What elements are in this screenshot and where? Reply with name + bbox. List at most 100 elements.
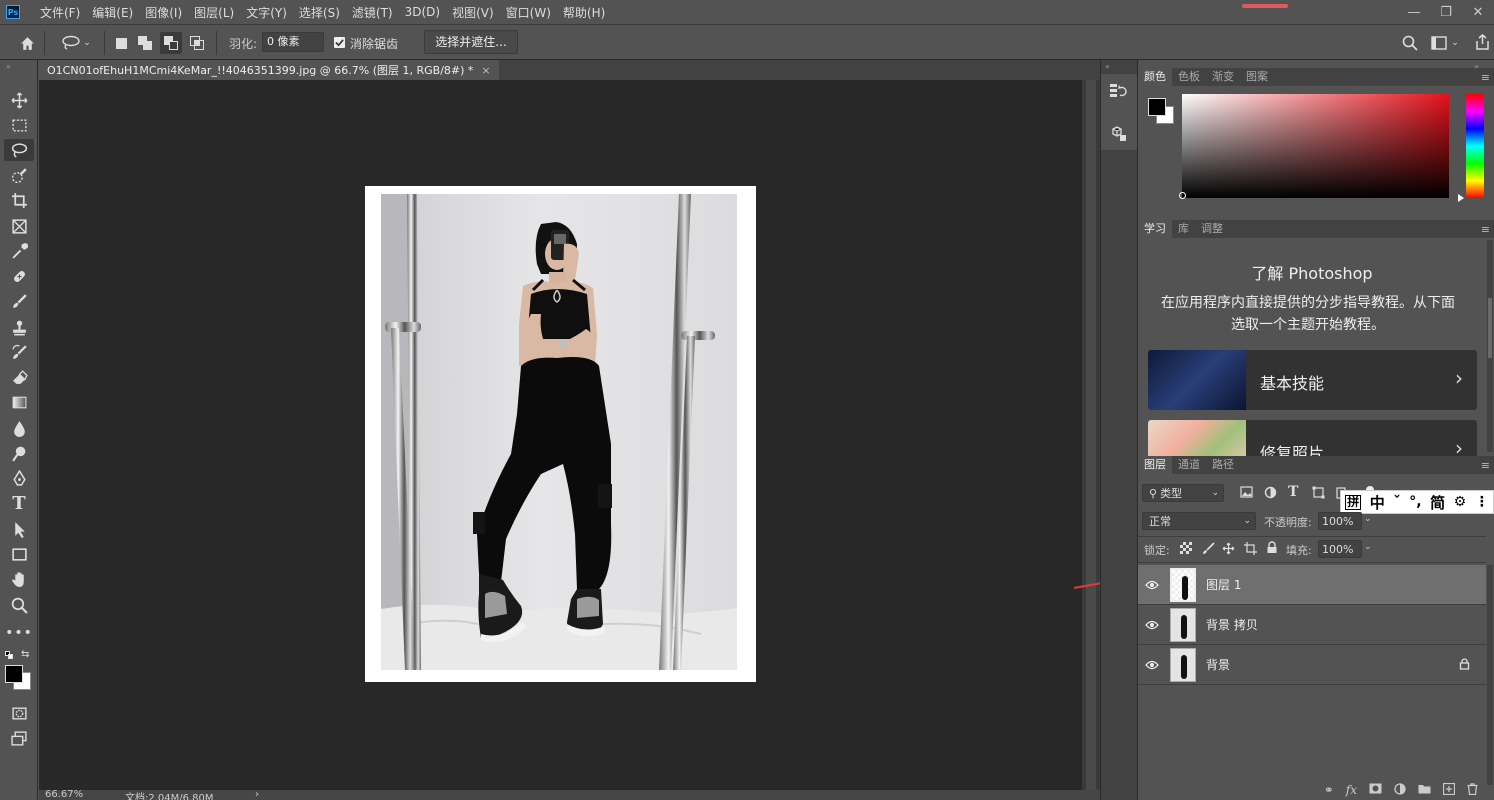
document-photo[interactable] bbox=[381, 194, 737, 670]
layer-name[interactable]: 背景 bbox=[1206, 656, 1230, 673]
workspace-switcher-icon[interactable]: ⌄ bbox=[1428, 33, 1462, 53]
chevron-down-icon[interactable]: ⌄ bbox=[1364, 542, 1372, 552]
learn-scrollbar[interactable] bbox=[1487, 240, 1493, 452]
visibility-eye-icon[interactable] bbox=[1138, 580, 1166, 590]
filter-shape-icon[interactable] bbox=[1312, 486, 1326, 500]
lock-transparent-pixels-icon[interactable] bbox=[1180, 542, 1192, 554]
panel-menu-icon[interactable]: ≡ bbox=[1481, 459, 1490, 472]
history-panel-icon[interactable] bbox=[1109, 82, 1129, 102]
document-tab[interactable]: O1CN01ofEhuH1MCmi4KeMar_!!4046351399.jpg… bbox=[39, 60, 499, 80]
menu-window[interactable]: 窗口(W) bbox=[500, 4, 557, 21]
minimize-button[interactable]: — bbox=[1398, 5, 1430, 20]
quick-mask-icon[interactable] bbox=[4, 702, 34, 724]
swap-colors-icon[interactable]: ⇆ bbox=[21, 649, 29, 660]
filter-adjustment-icon[interactable] bbox=[1264, 486, 1278, 500]
path-selection-tool-icon[interactable] bbox=[4, 518, 34, 540]
lasso-preset-picker[interactable]: ⌄ bbox=[56, 33, 96, 53]
move-tool-icon[interactable] bbox=[4, 89, 34, 111]
search-icon[interactable] bbox=[1400, 33, 1420, 53]
ime-settings-icon[interactable]: ⚙ bbox=[1454, 494, 1467, 510]
intersect-selection-icon[interactable] bbox=[188, 34, 206, 52]
collapse-icon[interactable]: « bbox=[1105, 62, 1110, 71]
share-icon[interactable] bbox=[1472, 32, 1492, 52]
collapse-icon[interactable]: » bbox=[6, 62, 11, 71]
lock-all-icon[interactable] bbox=[1266, 541, 1280, 555]
foreground-color-swatch[interactable] bbox=[5, 665, 23, 683]
crop-tool-icon[interactable] bbox=[4, 189, 34, 211]
color-field[interactable] bbox=[1179, 94, 1449, 199]
default-colors-icon[interactable] bbox=[5, 651, 13, 659]
blend-mode-select[interactable]: 正常 ⌄ bbox=[1142, 512, 1256, 530]
ime-toolbar[interactable]: 拼 中 ˇ °, 简 ⚙ ⋮ bbox=[1340, 490, 1494, 514]
hue-slider[interactable] bbox=[1466, 94, 1484, 198]
frame-tool-icon[interactable] bbox=[4, 215, 34, 237]
delete-layer-icon[interactable] bbox=[1467, 782, 1478, 798]
tab-patterns[interactable]: 图案 bbox=[1240, 68, 1274, 86]
ime-pinyin-icon[interactable]: 拼 bbox=[1345, 494, 1362, 510]
chevron-down-icon[interactable]: ⌄ bbox=[1364, 514, 1372, 524]
new-group-icon[interactable] bbox=[1418, 783, 1431, 797]
panel-menu-icon[interactable]: ≡ bbox=[1481, 223, 1490, 236]
clone-stamp-tool-icon[interactable] bbox=[4, 316, 34, 338]
zoom-level[interactable]: 66.67% bbox=[45, 790, 83, 800]
layer-style-icon[interactable]: fx bbox=[1346, 783, 1357, 797]
3d-panel-icon[interactable] bbox=[1109, 124, 1129, 144]
zoom-tool-icon[interactable] bbox=[4, 594, 34, 616]
filter-pixel-icon[interactable] bbox=[1240, 486, 1254, 500]
menu-3d[interactable]: 3D(D) bbox=[399, 5, 446, 19]
ime-moon-icon[interactable]: ˇ bbox=[1393, 493, 1401, 511]
rectangle-tool-icon[interactable] bbox=[4, 543, 34, 565]
menu-filter[interactable]: 滤镜(T) bbox=[346, 4, 399, 21]
tab-channels[interactable]: 通道 bbox=[1172, 456, 1206, 474]
layer-filter-select[interactable]: ⚲ 类型 ⌄ bbox=[1142, 484, 1224, 502]
tab-libraries[interactable]: 库 bbox=[1172, 220, 1195, 238]
learn-card-fix-photos[interactable]: 修复照片 › bbox=[1148, 420, 1477, 458]
new-layer-icon[interactable] bbox=[1442, 782, 1456, 798]
panel-menu-icon[interactable]: ≡ bbox=[1481, 71, 1490, 84]
tab-layers[interactable]: 图层 bbox=[1138, 456, 1172, 474]
fill-input[interactable]: 100% bbox=[1318, 540, 1362, 558]
ime-simplified-mode[interactable]: 简 bbox=[1430, 492, 1445, 513]
antialias-checkbox[interactable] bbox=[334, 37, 345, 48]
menu-layer[interactable]: 图层(L) bbox=[188, 4, 240, 21]
link-layers-icon[interactable]: ⚭ bbox=[1324, 783, 1334, 797]
layer-row-background-copy[interactable]: 背景 拷贝 bbox=[1138, 605, 1486, 645]
ime-punctuation-icon[interactable]: °, bbox=[1409, 494, 1421, 510]
gradient-tool-icon[interactable] bbox=[4, 391, 34, 413]
vertical-scrollbar[interactable] bbox=[1082, 80, 1100, 790]
menu-help[interactable]: 帮助(H) bbox=[557, 4, 611, 21]
status-menu-arrow-icon[interactable]: › bbox=[255, 790, 259, 800]
tab-gradients[interactable]: 渐变 bbox=[1206, 68, 1240, 86]
hue-slider-handle[interactable] bbox=[1458, 194, 1464, 202]
layer-name[interactable]: 图层 1 bbox=[1206, 576, 1241, 593]
lock-position-icon[interactable] bbox=[1222, 542, 1236, 556]
layer-row-background[interactable]: 背景 bbox=[1138, 645, 1486, 685]
layer-name[interactable]: 背景 拷贝 bbox=[1206, 616, 1258, 633]
brush-tool-icon[interactable] bbox=[4, 290, 34, 312]
lasso-tool-icon[interactable] bbox=[4, 139, 34, 161]
screen-mode-icon[interactable] bbox=[4, 727, 34, 749]
eraser-tool-icon[interactable] bbox=[4, 366, 34, 388]
blur-tool-icon[interactable] bbox=[4, 417, 34, 439]
close-window-button[interactable]: ✕ bbox=[1462, 5, 1494, 20]
restore-button[interactable]: ❐ bbox=[1430, 5, 1462, 20]
lock-image-pixels-icon[interactable] bbox=[1202, 542, 1216, 556]
select-and-mask-button[interactable]: 选择并遮住... bbox=[424, 30, 518, 54]
opacity-input[interactable]: 100% bbox=[1318, 512, 1362, 530]
quick-selection-tool-icon[interactable] bbox=[4, 164, 34, 186]
tab-color[interactable]: 颜色 bbox=[1138, 68, 1172, 86]
pen-tool-icon[interactable] bbox=[4, 467, 34, 489]
type-tool-icon[interactable]: T bbox=[4, 492, 34, 514]
add-selection-icon[interactable] bbox=[136, 34, 154, 52]
history-brush-tool-icon[interactable] bbox=[4, 341, 34, 363]
lock-artboard-icon[interactable] bbox=[1244, 542, 1258, 556]
tab-adjustments[interactable]: 调整 bbox=[1195, 220, 1229, 238]
menu-edit[interactable]: 编辑(E) bbox=[86, 4, 139, 21]
filter-type-icon[interactable]: T bbox=[1288, 484, 1298, 500]
learn-card-basic-skills[interactable]: 基本技能 › bbox=[1148, 350, 1477, 410]
add-mask-icon[interactable] bbox=[1369, 783, 1382, 797]
ime-more-icon[interactable]: ⋮ bbox=[1475, 494, 1489, 510]
more-tools-icon[interactable]: ••• bbox=[4, 622, 34, 644]
new-selection-icon[interactable] bbox=[112, 34, 130, 52]
visibility-eye-icon[interactable] bbox=[1138, 620, 1166, 630]
